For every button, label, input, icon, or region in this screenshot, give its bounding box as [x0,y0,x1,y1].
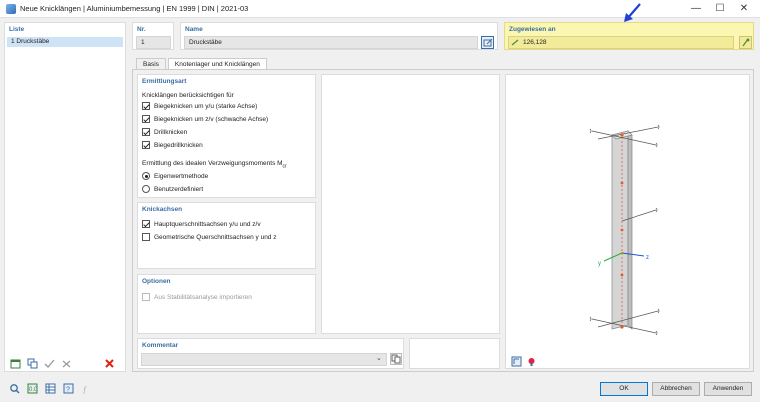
radio[interactable] [142,172,150,180]
edit-name-icon[interactable] [481,36,494,49]
name-panel: Name Druckstäbe [180,22,498,50]
tab-bar: Basis Knotenlager und Knicklängen [136,58,267,69]
list-header: Liste [9,26,25,33]
determination-header: Ermittlungsart [142,78,187,85]
checkbox[interactable] [142,102,150,110]
function-icon[interactable]: f [80,382,93,395]
assigned-label: Zugewiesen an [509,26,556,33]
assigned-field[interactable]: 126,128 [508,36,734,49]
list-toolbar [9,357,116,370]
uncheck-all-icon[interactable] [60,357,73,370]
viewer-toolbar [510,355,537,367]
tab-content: Ermittlungsart Knicklängen berücksichtig… [132,69,754,372]
list-panel: Liste 1 Druckstäbe [4,22,126,372]
options-panel: Optionen Aus Stabilitätsanalyse importie… [137,274,316,334]
options-header: Optionen [142,278,171,285]
delete-icon[interactable] [103,357,116,370]
check-lateral-torsional[interactable]: Biegedrillknicken [142,141,203,149]
check-label: Biegeknicken um y/u (starke Achse) [154,102,258,110]
svg-text:?: ? [66,387,70,394]
checkbox[interactable] [142,293,150,301]
graphic-viewer[interactable]: z y [505,74,750,369]
table-icon[interactable] [44,382,57,395]
aux-panel [409,338,500,369]
check-label: Biegedrillknicken [154,141,203,149]
chevron-down-icon[interactable]: ⌄ [376,354,382,362]
name-field[interactable]: Druckstäbe [184,36,478,49]
check-import-stability[interactable]: Aus Stabilitätsanalyse importieren [142,293,252,301]
radio-eigenvalue[interactable]: Eigenwertmethode [142,172,208,180]
consider-label: Knicklängen berücksichtigen für [142,92,234,99]
ok-button[interactable]: OK [600,382,648,396]
window-title: Neue Knicklängen | Aluminiumbemessung | … [20,4,249,13]
name-label: Name [185,26,203,33]
nr-panel: Nr. 1 [132,22,174,50]
select-members-icon[interactable] [739,36,752,49]
pointer-arrow-icon [622,2,644,24]
axis-z-label: z [646,255,649,261]
comment-header: Kommentar [142,342,179,349]
check-label: Biegeknicken um z/v (schwache Achse) [154,115,269,123]
view-options-icon[interactable] [510,355,522,367]
middle-panel [321,74,500,334]
moment-label-sub: cr [282,163,287,170]
check-geometric-axes[interactable]: Geometrische Querschnittsachsen y und z [142,233,276,241]
check-label: Drillknicken [154,128,188,136]
check-torsional[interactable]: Drillknicken [142,128,187,136]
determination-panel: Ermittlungsart Knicklängen berücksichtig… [137,74,316,198]
axis-y-label: y [598,261,601,267]
copy-item-icon[interactable] [26,357,39,370]
member-icon [511,39,519,46]
comment-panel: Kommentar ⌄ [137,338,404,369]
axes-panel: Knickachsen Hauptquerschnittsachsen y/u … [137,202,316,269]
app-icon [6,4,16,14]
comment-field[interactable] [141,353,387,366]
radio-label: Eigenwertmethode [154,172,209,180]
check-flexural-z[interactable]: Biegeknicken um z/v (schwache Achse) [142,115,268,123]
member-graphic: z y [589,124,660,336]
checkbox[interactable] [142,115,150,123]
minimize-button[interactable]: — [684,0,708,18]
nr-label: Nr. [137,26,146,33]
svg-text:f: f [84,385,88,394]
tab-supports-lengths[interactable]: Knotenlager und Knicklängen [167,58,267,69]
check-label: Geometrische Querschnittsachsen y und z [154,233,277,241]
check-label: Hauptquerschnittsachsen y/u und z/v [154,220,261,228]
check-principal-axes[interactable]: Hauptquerschnittsachsen y/u und z/v [142,220,261,228]
moment-label-text: Ermittlung des idealen Verzweigungsmomen… [142,160,283,167]
display-settings-icon[interactable] [525,355,537,367]
check-flexural-y[interactable]: Biegeknicken um y/u (starke Achse) [142,102,257,110]
bottom-toolbar: 0.0 ? f [8,382,93,395]
new-item-icon[interactable] [9,357,22,370]
radio-user-defined[interactable]: Benutzerdefiniert [142,185,203,193]
tab-basis[interactable]: Basis [136,58,166,69]
moment-label: Ermittlung des idealen Verzweigungsmomen… [142,160,287,169]
check-all-icon[interactable] [43,357,56,370]
check-label: Aus Stabilitätsanalyse importieren [154,293,252,301]
checkbox[interactable] [142,220,150,228]
radio-label: Benutzerdefiniert [154,185,204,193]
nr-field[interactable]: 1 [136,36,171,49]
list-item[interactable]: 1 Druckstäbe [7,37,123,47]
units-icon[interactable]: 0.0 [26,382,39,395]
comment-library-icon[interactable] [390,353,402,365]
apply-button[interactable]: Anwenden [704,382,752,396]
checkbox[interactable] [142,128,150,136]
radio[interactable] [142,185,150,193]
assigned-panel: Zugewiesen an 126,128 [504,22,754,50]
help-icon[interactable]: ? [62,382,75,395]
checkbox[interactable] [142,233,150,241]
cancel-button[interactable]: Abbrechen [652,382,700,396]
close-button[interactable]: ✕ [732,0,756,18]
svg-text:0.0: 0.0 [29,387,38,393]
checkbox[interactable] [142,141,150,149]
maximize-button[interactable]: ☐ [708,0,732,18]
title-bar: Neue Knicklängen | Aluminiumbemessung | … [0,0,760,18]
search-icon[interactable] [8,382,21,395]
axes-header: Knickachsen [142,206,183,213]
